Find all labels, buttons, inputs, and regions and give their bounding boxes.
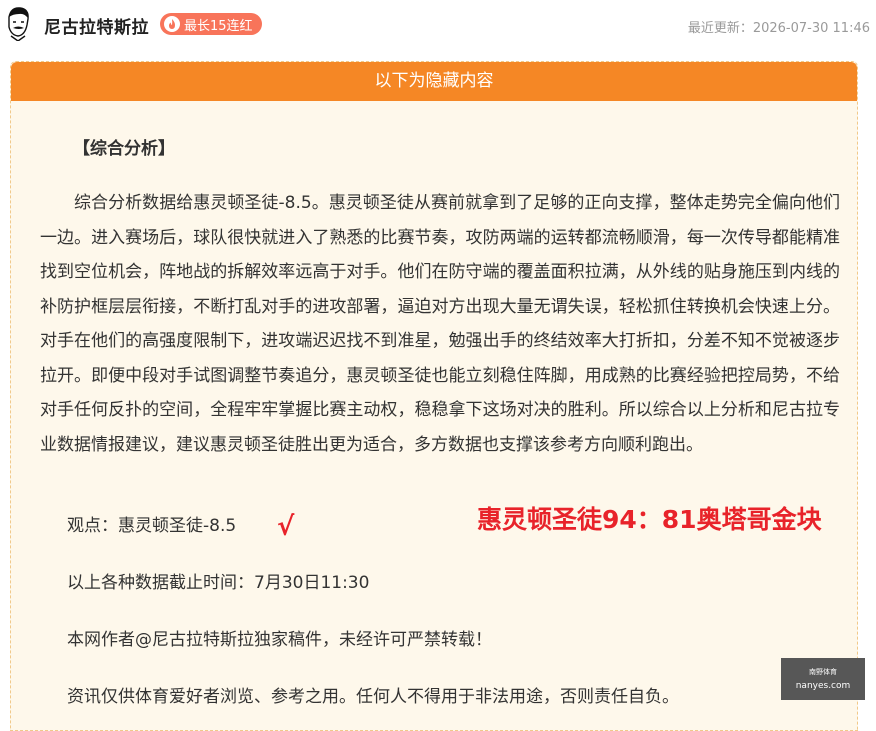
disclaimer: 资讯仅供体育爱好者浏览、参考之用。任何人不得用于非法用途，否则责任自负。	[67, 687, 679, 707]
hidden-content-title: 以下为隐藏内容	[11, 62, 857, 101]
author-header: 尼古拉特斯拉 最长15连红 最近更新：2026-07-30 11:46	[0, 0, 876, 50]
author-name[interactable]: 尼古拉特斯拉	[44, 13, 149, 38]
streak-badge-label: 最长15连红	[184, 18, 253, 34]
viewpoint-line: 观点：惠灵顿圣徒-8.5	[67, 516, 237, 536]
streak-badge: 最长15连红	[160, 13, 262, 35]
hidden-content-panel: 以下为隐藏内容 【综合分析】 综合分析数据给惠灵顿圣徒-8.5。惠灵顿圣徒从赛前…	[10, 61, 858, 731]
analysis-paragraph: 综合分析数据给惠灵顿圣徒-8.5。惠灵顿圣徒从赛前就拿到了足够的正向支撑，整体走…	[40, 193, 840, 455]
cutoff-time: 以上各种数据截止时间：7月30日11:30	[67, 573, 370, 593]
section-heading: 【综合分析】	[73, 139, 175, 159]
watermark-url: nanyes.com	[795, 681, 851, 691]
check-mark: √	[277, 512, 295, 542]
copyright-notice: 本网作者@尼古拉特斯拉独家稿件，未经许可严禁转载！	[67, 630, 492, 650]
last-updated: 最近更新：2026-07-30 11:46	[687, 21, 870, 36]
flame-icon	[164, 16, 180, 32]
watermark-title: 南野体育	[809, 668, 837, 676]
final-score: 惠灵顿圣徒94：81奥塔哥金块	[477, 505, 822, 534]
site-watermark: 南野体育 nanyes.com	[781, 658, 865, 700]
author-avatar-icon[interactable]	[3, 5, 33, 42]
